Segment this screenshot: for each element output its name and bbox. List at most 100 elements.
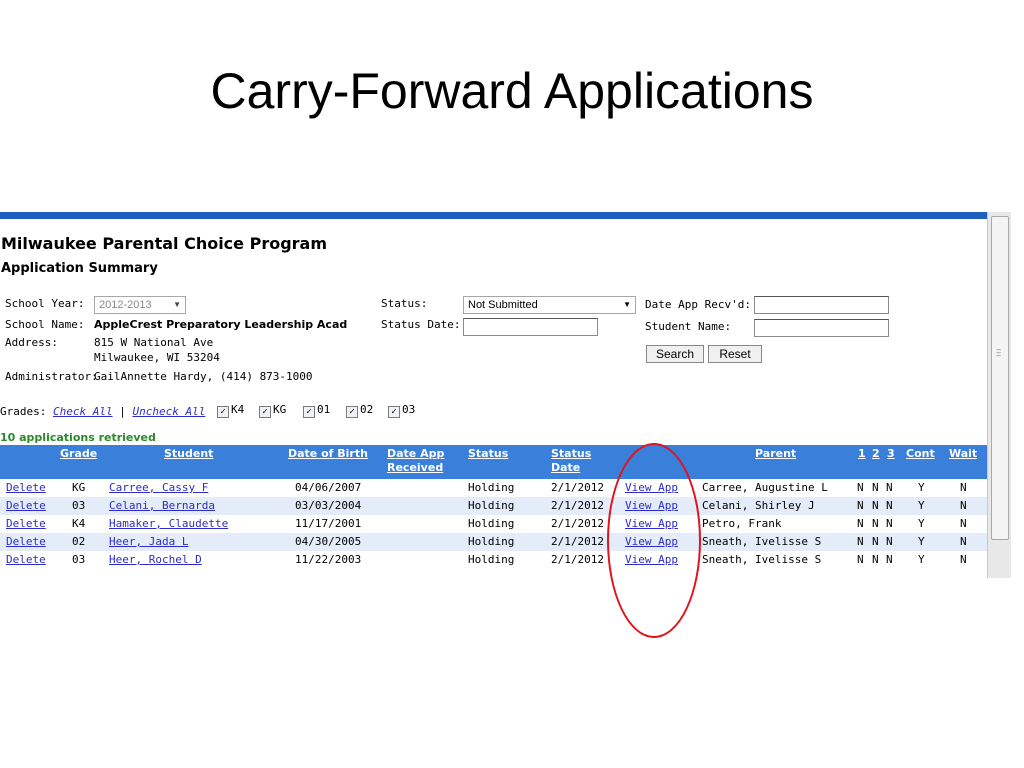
results-count: 10 applications retrieved: [0, 431, 156, 444]
grade-checkbox-03[interactable]: ✓ 03: [388, 403, 415, 418]
col-3[interactable]: 3: [887, 447, 895, 461]
grades-separator: |: [119, 405, 126, 418]
col-date-app-line1: Date App: [387, 447, 445, 460]
col-date-app[interactable]: Date App Received: [387, 447, 444, 475]
col-status-date-line2: Date: [551, 461, 581, 474]
col-status[interactable]: Status: [468, 447, 508, 461]
address-line2: Milwaukee, WI 53204: [94, 351, 220, 364]
grade-cell: 03: [72, 499, 86, 512]
grade-checkbox-k4[interactable]: ✓ K4: [217, 403, 244, 418]
checkbox-checked-icon: ✓: [259, 406, 271, 418]
administrator-value: GailAnnette Hardy, (414) 873-1000: [94, 370, 313, 383]
col-cont[interactable]: Cont: [906, 447, 935, 461]
grades-filter: Grades: Check All | Uncheck All: [0, 405, 205, 421]
table-row: Delete 03 Celani, Bernarda 03/03/2004 Ho…: [0, 497, 987, 515]
status-date-cell: 2/1/2012: [551, 481, 604, 494]
scrollbar-grip-icon: ‒ ‒ ‒: [996, 345, 1002, 360]
col3-cell: N: [886, 481, 893, 494]
wait-cell: N: [960, 553, 967, 566]
grade-option-label: 01: [317, 403, 331, 416]
reset-button[interactable]: Reset: [708, 345, 762, 363]
col-2[interactable]: 2: [872, 447, 880, 461]
col-status-date[interactable]: Status Date: [551, 447, 591, 475]
school-year-label: School Year:: [5, 297, 85, 310]
col-dob[interactable]: Date of Birth: [288, 447, 368, 461]
checkbox-checked-icon: ✓: [346, 406, 358, 418]
dob-cell: 03/03/2004: [295, 499, 362, 512]
dob-cell: 04/30/2005: [295, 535, 362, 548]
date-recvd-input[interactable]: [754, 296, 889, 314]
program-title: Milwaukee Parental Choice Program: [1, 234, 328, 253]
delete-link[interactable]: Delete: [6, 499, 46, 512]
delete-link[interactable]: Delete: [6, 481, 46, 494]
uncheck-all-link[interactable]: Uncheck All: [132, 405, 205, 418]
checkbox-checked-icon: ✓: [217, 406, 229, 418]
delete-link[interactable]: Delete: [6, 517, 46, 530]
search-button[interactable]: Search: [646, 345, 704, 363]
wait-cell: N: [960, 535, 967, 548]
student-link[interactable]: Carree, Cassy F: [109, 481, 208, 494]
student-name-label: Student Name:: [645, 320, 732, 333]
cont-cell: Y: [918, 535, 925, 548]
status-value: Not Submitted: [468, 299, 538, 311]
grade-checkbox-02[interactable]: ✓ 02: [346, 403, 373, 418]
grade-checkbox-kg[interactable]: ✓ KG: [259, 403, 286, 418]
administrator-label: Administrator:: [5, 370, 98, 383]
status-date-cell: 2/1/2012: [551, 517, 604, 530]
grade-cell: KG: [72, 481, 86, 494]
grade-option-label: 03: [402, 403, 416, 416]
parent-cell: Sneath, Ivelisse S: [702, 553, 822, 566]
school-name-value: AppleCrest Preparatory Leadership Acad: [94, 318, 348, 331]
section-title: Application Summary: [1, 261, 158, 276]
chevron-down-icon: ▼: [173, 300, 181, 309]
chevron-down-icon: ▼: [623, 300, 631, 309]
table-row: Delete K4 Hamaker, Claudette 11/17/2001 …: [0, 515, 987, 533]
grade-cell: 02: [72, 535, 86, 548]
checkbox-checked-icon: ✓: [388, 406, 400, 418]
status-date-cell: 2/1/2012: [551, 553, 604, 566]
parent-cell: Petro, Frank: [702, 517, 782, 530]
col-1[interactable]: 1: [858, 447, 866, 461]
grade-option-label: 02: [360, 403, 374, 416]
col-grade[interactable]: Grade: [60, 447, 97, 461]
cont-cell: Y: [918, 517, 925, 530]
col3-cell: N: [886, 553, 893, 566]
check-all-link[interactable]: Check All: [53, 405, 113, 418]
col1-cell: N: [857, 535, 864, 548]
col-student[interactable]: Student: [164, 447, 213, 461]
student-link[interactable]: Heer, Rochel D: [109, 553, 202, 566]
grade-cell: 03: [72, 553, 86, 566]
status-label: Status:: [381, 297, 428, 310]
col-wait[interactable]: Wait: [949, 447, 977, 461]
checkbox-checked-icon: ✓: [303, 406, 315, 418]
table-row: Delete 02 Heer, Jada L 04/30/2005 Holdin…: [0, 533, 987, 551]
student-link[interactable]: Heer, Jada L: [109, 535, 188, 548]
grade-checkbox-01[interactable]: ✓ 01: [303, 403, 330, 418]
student-link[interactable]: Hamaker, Claudette: [109, 517, 228, 530]
grade-cell: K4: [72, 517, 86, 530]
col-parent[interactable]: Parent: [755, 447, 796, 461]
status-date-input[interactable]: [463, 318, 598, 336]
status-select[interactable]: Not Submitted ▼: [463, 296, 636, 314]
wait-cell: N: [960, 517, 967, 530]
student-link[interactable]: Celani, Bernarda: [109, 499, 215, 512]
status-cell: Holding: [468, 517, 515, 530]
table-header: Grade Student Date of Birth Date App Rece…: [0, 445, 987, 479]
delete-link[interactable]: Delete: [6, 535, 46, 548]
school-year-select[interactable]: 2012-2013 ▼: [94, 296, 186, 314]
view-app-highlight-circle: [607, 443, 701, 638]
col2-cell: N: [872, 553, 879, 566]
student-name-input[interactable]: [754, 319, 889, 337]
cont-cell: Y: [918, 499, 925, 512]
screenshot-panel: ‒ ‒ ‒ Milwaukee Parental Choice Program Ap…: [0, 212, 1011, 578]
grade-option-label: KG: [273, 403, 287, 416]
wait-cell: N: [960, 481, 967, 494]
col1-cell: N: [857, 481, 864, 494]
status-cell: Holding: [468, 553, 515, 566]
status-date-label: Status Date:: [381, 318, 461, 331]
scrollbar-thumb[interactable]: [991, 216, 1009, 540]
address-line1: 815 W National Ave: [94, 336, 214, 349]
wait-cell: N: [960, 499, 967, 512]
delete-link[interactable]: Delete: [6, 553, 46, 566]
status-date-cell: 2/1/2012: [551, 535, 604, 548]
